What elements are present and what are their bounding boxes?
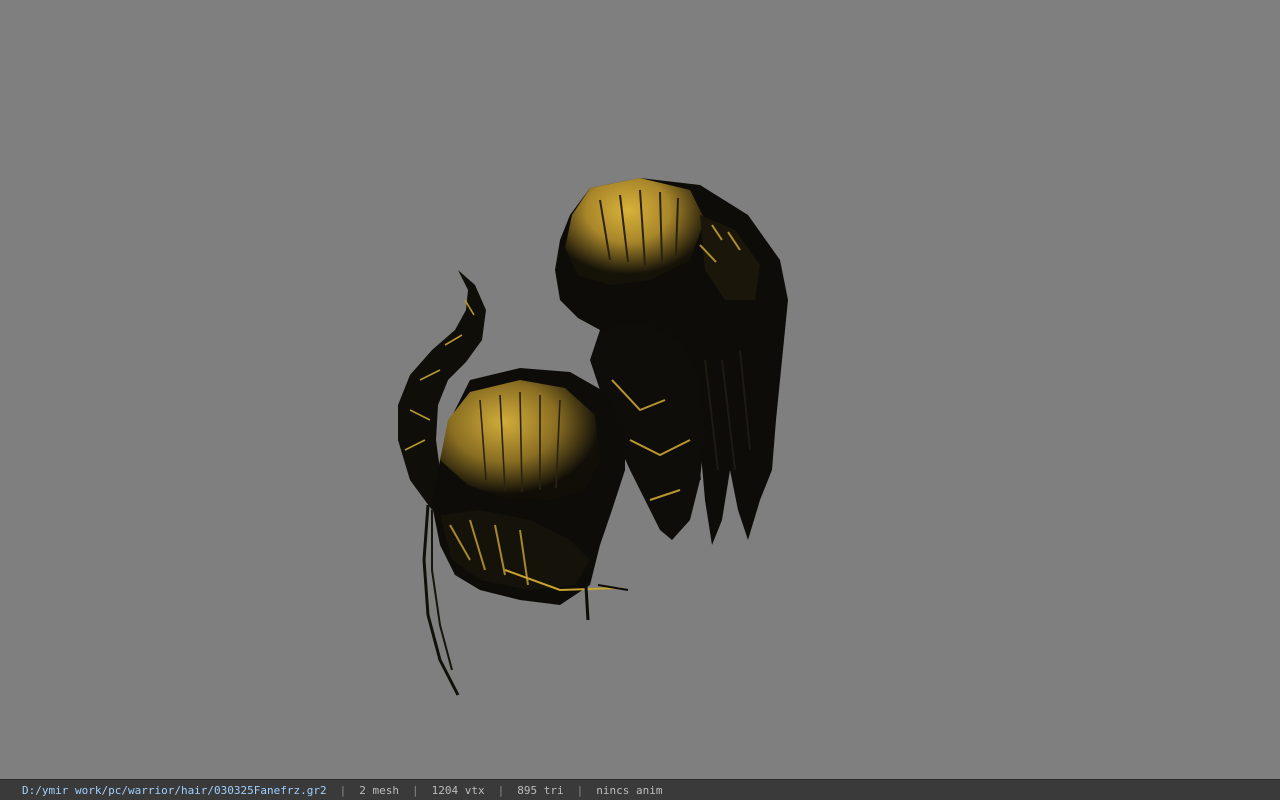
separator: | <box>339 783 347 797</box>
3d-viewport[interactable] <box>0 0 1280 779</box>
mesh-count-label: 2 mesh <box>359 783 400 797</box>
separator: | <box>412 783 419 797</box>
triangle-count-label: 895 tri <box>517 783 564 797</box>
separator: | <box>497 783 505 797</box>
file-path-label: D:/ymir work/pc/warrior/hair/030325Fanef… <box>22 783 327 797</box>
hair-model-render <box>398 178 788 696</box>
separator: | <box>576 783 584 797</box>
status-bar: D:/ymir work/pc/warrior/hair/030325Fanef… <box>0 779 1280 800</box>
hair-front-bun <box>432 368 625 605</box>
animation-status-label: nincs anim <box>596 783 663 797</box>
vertex-count-label: 1204 vtx <box>431 783 485 797</box>
